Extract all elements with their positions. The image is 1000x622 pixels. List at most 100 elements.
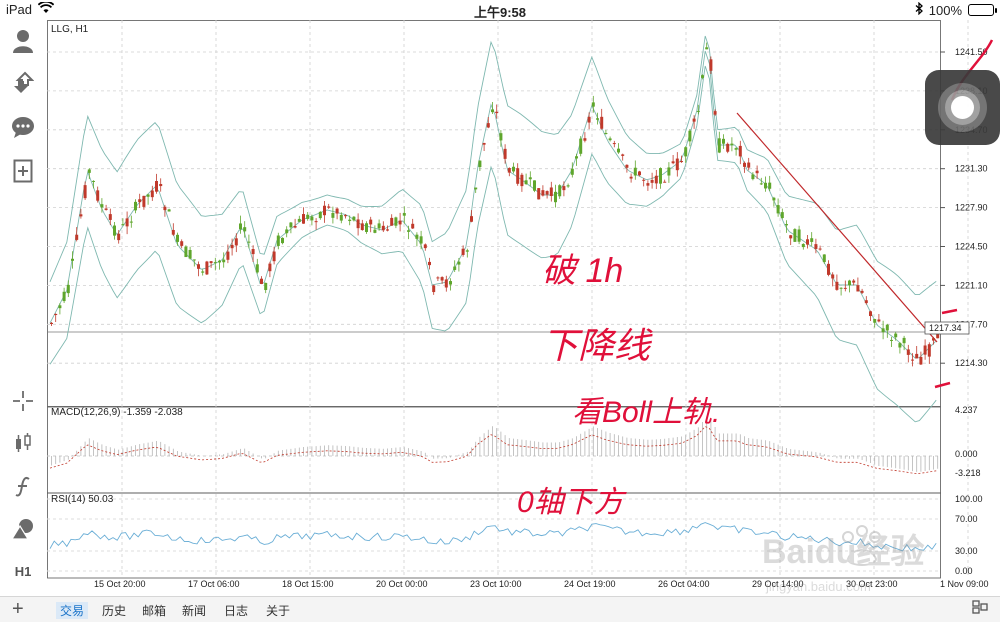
candle-body [612, 143, 616, 145]
candle-body [75, 234, 79, 240]
candle-body [243, 227, 247, 232]
candle-body [310, 216, 314, 221]
timeframe-label[interactable]: H1 [8, 556, 38, 586]
candle-body [663, 181, 667, 183]
candle-body [117, 233, 121, 241]
candle-body [785, 224, 788, 226]
price-tick-label: 1231.30 [955, 164, 988, 174]
candle-body [348, 219, 352, 222]
candle-body [293, 226, 297, 228]
candle-body [444, 279, 448, 288]
bollinger-upper [49, 35, 937, 296]
candle-body [495, 111, 499, 114]
candle-body [549, 187, 553, 197]
tab-trade[interactable]: 交易 [56, 602, 89, 619]
candle-body [633, 167, 637, 176]
tab-about[interactable]: 关于 [266, 602, 290, 619]
candle-body [335, 208, 339, 214]
candle-body [541, 190, 545, 196]
assistive-touch-button[interactable] [925, 70, 1000, 145]
candle-body [482, 142, 486, 145]
candle-body [176, 234, 179, 242]
candle-body [507, 168, 511, 173]
candle-body [608, 138, 612, 141]
time-tick-label: 18 Oct 15:00 [282, 579, 334, 589]
candle-body [411, 223, 415, 229]
candle-body [537, 188, 541, 200]
candle-body [591, 102, 595, 107]
tab-history[interactable]: 历史 [102, 602, 126, 619]
candle-body [898, 343, 902, 348]
crosshair-icon[interactable] [8, 386, 38, 416]
price-tick-label: 1214.30 [955, 358, 988, 368]
left-toolbar: H1 [0, 20, 46, 596]
candle-body [289, 222, 293, 228]
candle-body [512, 166, 515, 172]
price-pane-border [47, 20, 941, 407]
candle-body [339, 214, 343, 221]
layout-icon[interactable] [972, 600, 988, 619]
candle-body [520, 174, 524, 187]
tab-mailbox[interactable]: 邮箱 [142, 602, 166, 619]
candle-body [675, 158, 679, 171]
indicator-icon[interactable] [8, 472, 38, 502]
candle-body [659, 168, 662, 184]
candle-body [390, 217, 394, 226]
symbol-label: LLG, H1 [51, 24, 89, 35]
rsi-label: RSI(14) 50.03 [51, 494, 114, 505]
watermark-brand: Baidu经验 [762, 532, 924, 571]
baidu-watermark: Baidu经验 jingyan.baidu.com [762, 515, 992, 595]
candle-body [331, 213, 335, 218]
time-tick-label: 24 Oct 19:00 [564, 579, 616, 589]
candle-body [915, 353, 919, 359]
tab-journal[interactable]: 日志 [224, 602, 248, 619]
chat-icon[interactable] [8, 112, 38, 142]
candle-body [327, 206, 331, 208]
candle-body [104, 208, 108, 210]
objects-icon[interactable] [8, 514, 38, 544]
candle-body [352, 216, 356, 221]
candle-body [516, 168, 520, 184]
candle-body [188, 249, 192, 259]
candle-body [415, 234, 419, 239]
chart-area[interactable]: 1241.501238.101234.701231.301227.901224.… [47, 20, 1000, 596]
candle-body [911, 359, 914, 361]
candle-body [369, 219, 373, 225]
candle-body [92, 180, 95, 182]
candle-body [877, 319, 881, 322]
add-icon[interactable]: + [12, 599, 24, 619]
candle-body [927, 344, 931, 357]
candle-body [856, 285, 860, 292]
account-icon[interactable] [8, 26, 38, 56]
candle-body [713, 111, 717, 115]
candle-body [533, 180, 536, 191]
status-time: 上午9:58 [473, 5, 527, 20]
candle-body [171, 229, 175, 235]
candle-body [247, 241, 251, 243]
macd-label: MACD(12,26,9) -1.359 -2.038 [51, 407, 183, 418]
candle-body [218, 260, 221, 263]
bottom-tab-bar: + 交易 历史 邮箱 新闻 日志 关于 [0, 596, 1000, 622]
candle-body [839, 287, 843, 289]
candle-body [113, 225, 116, 236]
new-order-icon[interactable] [8, 156, 38, 186]
candle-body [373, 229, 377, 233]
candle-body [209, 261, 213, 264]
candle-body [138, 199, 142, 203]
candle-body [423, 244, 427, 249]
candle-body [440, 277, 444, 281]
candle-body [239, 223, 242, 230]
candle-body [801, 243, 805, 248]
chart-type-icon[interactable] [8, 428, 38, 458]
tab-news[interactable]: 新闻 [182, 602, 206, 619]
candle-body [314, 221, 318, 223]
candle-body [793, 229, 797, 242]
candle-body [730, 143, 734, 146]
candle-body [554, 191, 557, 203]
price-chart[interactable]: 1241.501238.101234.701231.301227.901224.… [47, 20, 1000, 596]
candle-body [159, 183, 163, 187]
trade-icon[interactable] [8, 68, 38, 98]
candle-body [260, 278, 263, 284]
candle-body [58, 305, 62, 309]
candle-body [222, 259, 226, 263]
